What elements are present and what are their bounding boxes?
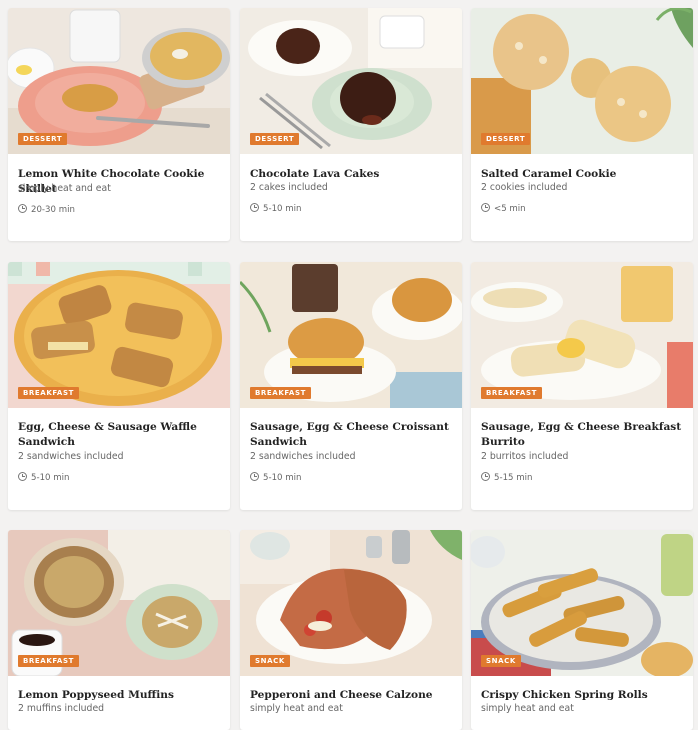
meal-subtitle: 2 cookies included — [481, 182, 568, 193]
prep-time: 5-10 min — [250, 472, 301, 483]
meal-card[interactable]: BREAKFAST Sausage, Egg & Cheese Croissan… — [240, 262, 462, 510]
prep-time: 5-10 min — [18, 472, 69, 483]
prep-time-value: 5-15 min — [494, 473, 533, 483]
meal-card[interactable]: SNACK Crispy Chicken Spring Rolls simply… — [471, 530, 693, 730]
meal-subtitle: 2 muffins included — [18, 703, 105, 714]
meal-subtitle: 2 burritos included — [481, 451, 569, 462]
meal-subtitle: 2 sandwiches included — [250, 451, 356, 462]
category-badge: SNACK — [481, 655, 521, 667]
prep-time-value: 5-10 min — [263, 473, 302, 483]
meal-title[interactable]: Pepperoni and Cheese Calzone — [250, 688, 455, 703]
meal-card[interactable]: BREAKFAST Egg, Cheese & Sausage Waffle S… — [8, 262, 230, 510]
category-badge: BREAKFAST — [250, 387, 311, 399]
category-badge: SNACK — [250, 655, 290, 667]
category-badge: DESSERT — [250, 133, 300, 145]
meal-subtitle: 2 cakes included — [250, 182, 328, 193]
meal-title[interactable]: Lemon Poppyseed Muffins — [18, 688, 223, 703]
prep-time-value: 20-30 min — [31, 205, 75, 215]
meal-card[interactable]: BREAKFAST Sausage, Egg & Cheese Breakfas… — [471, 262, 693, 510]
category-badge: DESSERT — [18, 133, 68, 145]
prep-time: <5 min — [481, 203, 526, 214]
meal-title[interactable]: Egg, Cheese & Sausage Waffle Sandwich — [18, 420, 223, 449]
prep-time-value: 5-10 min — [263, 204, 302, 214]
clock-icon — [250, 203, 259, 212]
clock-icon — [250, 472, 259, 481]
meal-card[interactable]: BREAKFAST Lemon Poppyseed Muffins 2 muff… — [8, 530, 230, 730]
meal-card[interactable]: SNACK Pepperoni and Cheese Calzone simpl… — [240, 530, 462, 730]
category-badge: BREAKFAST — [481, 387, 542, 399]
meal-grid: DESSERT Lemon White Chocolate Cookie Ski… — [0, 0, 698, 730]
meal-title[interactable]: Sausage, Egg & Cheese Breakfast Burrito — [481, 420, 686, 449]
meal-card[interactable]: DESSERT Chocolate Lava Cakes 2 cakes inc… — [240, 8, 462, 241]
prep-time: 5-15 min — [481, 472, 532, 483]
prep-time-value: <5 min — [494, 204, 526, 214]
meal-card[interactable]: DESSERT Salted Caramel Cookie 2 cookies … — [471, 8, 693, 241]
meal-title[interactable]: Chocolate Lava Cakes — [250, 167, 455, 182]
meal-subtitle: simply heat and eat — [250, 703, 343, 714]
meal-title[interactable]: Sausage, Egg & Cheese Croissant Sandwich — [250, 420, 455, 449]
meal-subtitle: 2 sandwiches included — [18, 451, 124, 462]
meal-card[interactable]: DESSERT Lemon White Chocolate Cookie Ski… — [8, 8, 230, 241]
meal-title[interactable]: Crispy Chicken Spring Rolls — [481, 688, 686, 703]
prep-time: 20-30 min — [18, 204, 75, 215]
clock-icon — [18, 472, 27, 481]
meal-subtitle: simply heat and eat — [481, 703, 574, 714]
clock-icon — [18, 204, 27, 213]
category-badge: DESSERT — [481, 133, 531, 145]
meal-title[interactable]: Salted Caramel Cookie — [481, 167, 686, 182]
clock-icon — [481, 472, 490, 481]
clock-icon — [481, 203, 490, 212]
category-badge: BREAKFAST — [18, 387, 79, 399]
prep-time: 5-10 min — [250, 203, 301, 214]
meal-subtitle: simply heat and eat — [18, 183, 111, 194]
category-badge: BREAKFAST — [18, 655, 79, 667]
prep-time-value: 5-10 min — [31, 473, 70, 483]
